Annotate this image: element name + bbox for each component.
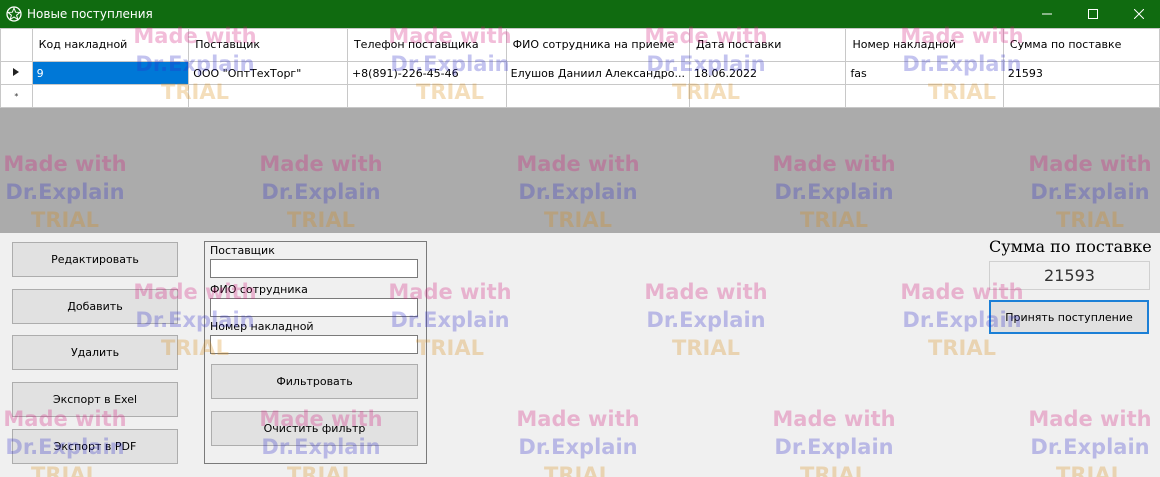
trial-watermark: Made with Dr.Explain TRIAL — [769, 405, 899, 477]
table-cell[interactable] — [505, 84, 691, 108]
delivery-sum-value: 21593 — [989, 261, 1150, 290]
current-row-arrow-icon — [13, 68, 20, 76]
apply-filter-button[interactable]: Фильтровать — [211, 364, 418, 399]
minimize-icon — [1042, 13, 1052, 15]
supplier-filter-input[interactable] — [210, 259, 418, 278]
title-bar: Новые поступления — [0, 0, 1160, 28]
table-cell[interactable] — [31, 84, 190, 108]
grid-header-row: Код накладной Поставщик Телефон поставщи… — [0, 28, 1160, 62]
maximize-icon — [1088, 9, 1098, 19]
watermark-text: Made with — [1028, 407, 1152, 431]
invoice-number-label: Номер накладной — [210, 320, 314, 333]
table-cell[interactable]: Елушов Даниил Александро... — [505, 61, 691, 85]
table-cell[interactable]: ООО "ОптТехТорг" — [188, 61, 348, 85]
table-cell[interactable] — [1002, 84, 1160, 108]
table-row[interactable]: 9 ООО "ОптТехТорг" +8(891)-226-45-46 Елу… — [0, 61, 1160, 85]
watermark-text: Made with — [516, 407, 640, 431]
add-button[interactable]: Добавить — [12, 289, 178, 324]
table-cell[interactable] — [188, 84, 348, 108]
table-cell[interactable] — [346, 84, 507, 108]
supplier-label: Поставщик — [210, 244, 275, 257]
table-cell[interactable]: 18.06.2022 — [688, 61, 847, 85]
trial-watermark: Made with Dr.Explain TRIAL — [1025, 405, 1155, 477]
watermark-text: Dr.Explain — [774, 435, 894, 459]
column-header[interactable]: Дата поставки — [688, 28, 847, 62]
trial-watermark: Made with Dr.Explain TRIAL — [641, 278, 771, 362]
watermark-text: Dr.Explain — [1030, 435, 1150, 459]
trial-watermark: Made with Dr.Explain TRIAL — [513, 405, 643, 477]
maximize-button[interactable] — [1070, 0, 1116, 28]
table-cell[interactable]: +8(891)-226-45-46 — [346, 61, 507, 85]
employee-filter-input[interactable] — [210, 298, 418, 317]
watermark-text: TRIAL — [800, 463, 868, 477]
new-row[interactable]: * — [0, 84, 1160, 108]
accept-delivery-button[interactable]: Принять поступление — [989, 300, 1149, 334]
close-button[interactable] — [1116, 0, 1160, 28]
watermark-text: TRIAL — [1056, 463, 1124, 477]
table-cell[interactable] — [845, 84, 1004, 108]
employee-label: ФИО сотрудника — [210, 283, 308, 296]
grid-corner-cell — [0, 28, 33, 62]
column-header[interactable]: Поставщик — [188, 28, 348, 62]
watermark-text: TRIAL — [672, 336, 740, 360]
table-cell[interactable]: fas — [845, 61, 1004, 85]
column-header[interactable]: Код накладной — [31, 28, 190, 62]
export-excel-button[interactable]: Экспорт в Exel — [12, 382, 178, 417]
column-header[interactable]: Сумма по поставке — [1002, 28, 1160, 62]
export-pdf-button[interactable]: Экспорт в PDF — [12, 429, 178, 464]
watermark-text: Made with — [644, 280, 768, 304]
close-icon — [1134, 9, 1144, 19]
delete-button[interactable]: Удалить — [12, 335, 178, 370]
table-cell[interactable]: 9 — [31, 61, 190, 85]
column-header[interactable]: ФИО сотрудника на приеме — [505, 28, 691, 62]
clear-filter-button[interactable]: Очистить фильтр — [211, 411, 418, 446]
watermark-text: TRIAL — [928, 336, 996, 360]
app-logo-icon — [6, 6, 22, 22]
minimize-button[interactable] — [1024, 0, 1070, 28]
invoice-number-filter-input[interactable] — [210, 335, 418, 354]
watermark-text: Dr.Explain — [646, 308, 766, 332]
table-cell[interactable] — [688, 84, 847, 108]
edit-button[interactable]: Редактировать — [12, 242, 178, 277]
watermark-text: TRIAL — [544, 463, 612, 477]
watermark-text: Dr.Explain — [518, 435, 638, 459]
row-header[interactable] — [0, 61, 33, 85]
new-row-marker[interactable]: * — [0, 84, 33, 108]
column-header[interactable]: Телефон поставщика — [346, 28, 507, 62]
deliveries-grid[interactable]: Код накладной Поставщик Телефон поставщи… — [0, 28, 1160, 233]
watermark-text: Made with — [772, 407, 896, 431]
delivery-sum-label: Сумма по поставке — [989, 237, 1152, 256]
column-header[interactable]: Номер накладной — [845, 28, 1004, 62]
window-title: Новые поступления — [27, 7, 153, 21]
table-cell[interactable]: 21593 — [1002, 61, 1160, 85]
